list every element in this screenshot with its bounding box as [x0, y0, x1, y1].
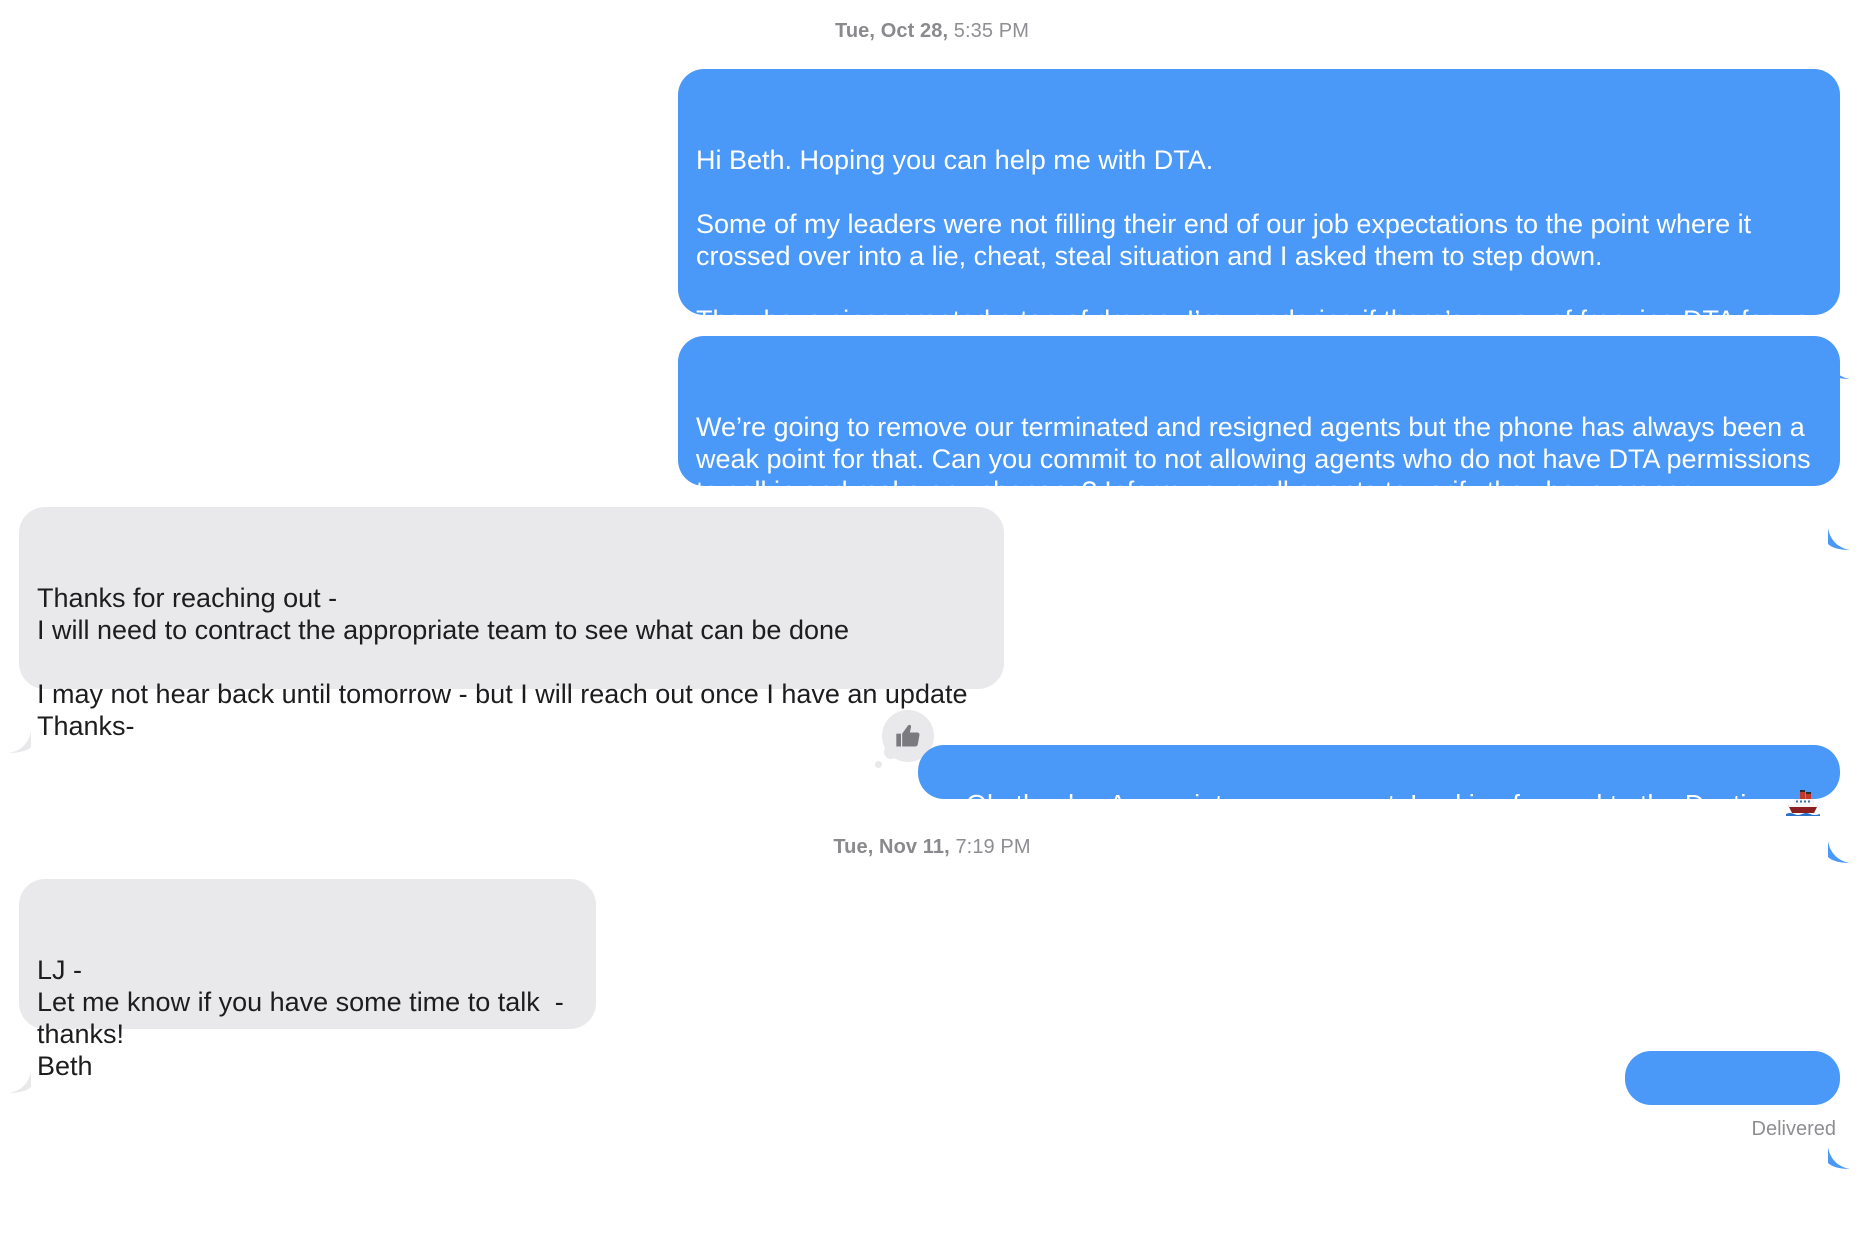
- timestamp-time: 7:19 PM: [955, 836, 1031, 858]
- sent-message-bubble[interactable]: Ok, thanks. Appreciate your support. Loo…: [918, 745, 1850, 863]
- timestamp-day: Tue, Oct 28,: [835, 20, 949, 42]
- sent-message-bubble[interactable]: Hi Beth. Hoping you can help me with DTA…: [678, 69, 1850, 379]
- sent-message-bubble[interactable]: We’re going to remove our terminated and…: [678, 336, 1850, 550]
- bubble-tail: [1828, 1083, 1850, 1169]
- received-message-bubble[interactable]: LJ - Let me know if you have some time t…: [9, 879, 596, 1093]
- timestamp-divider: Tue, Nov 11, 7:19 PM: [0, 836, 1864, 859]
- timestamp-divider: Tue, Oct 28, 5:35 PM: [0, 20, 1864, 43]
- bubble-tail: [1828, 293, 1850, 379]
- received-message-bubble[interactable]: Thanks for reaching out - I will need to…: [9, 507, 1004, 753]
- message-text: Hi Beth. Hoping you can help me with DTA…: [696, 145, 1809, 367]
- message-transcript: Tue, Oct 28, 5:35 PM Hi Beth. Hoping you…: [0, 0, 1864, 1169]
- delivery-status: Delivered: [1751, 1118, 1836, 1140]
- bubble-tail: [1828, 464, 1850, 550]
- ship-icon: [1786, 788, 1821, 825]
- message-text: Thanks for reaching out - I will need to…: [37, 583, 968, 741]
- bubble-tail: [9, 1007, 31, 1093]
- timestamp-day: Tue, Nov 11,: [833, 836, 950, 858]
- bubble-tail: [1828, 777, 1850, 863]
- message-text: Ok, thanks. Appreciate your support. Loo…: [966, 789, 1781, 820]
- tapback-dot: [875, 761, 882, 768]
- sent-message-bubble[interactable]: Sure, I’m free.: [1625, 1051, 1850, 1169]
- bubble-tail: [9, 667, 31, 753]
- timestamp-time: 5:35 PM: [953, 20, 1029, 42]
- message-text: LJ - Let me know if you have some time t…: [37, 955, 564, 1081]
